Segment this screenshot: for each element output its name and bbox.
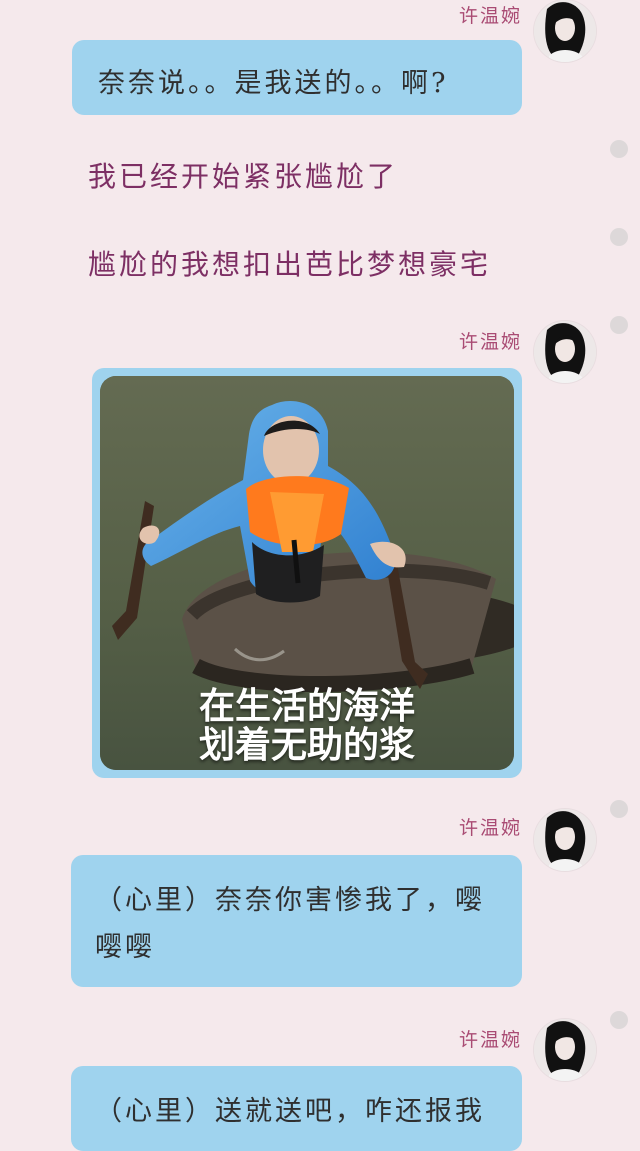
- image-message-bubble[interactable]: 在生活的海洋 划着无助的浆: [92, 368, 522, 778]
- decoration-dot: [610, 800, 628, 818]
- user-avatar[interactable]: [534, 809, 596, 871]
- message-bubble[interactable]: （心里）奈奈你害惨我了，嘤嘤嘤: [71, 855, 522, 987]
- decoration-dot: [610, 1011, 628, 1029]
- message-text: （心里）送就送吧，咋还报我: [95, 1096, 485, 1127]
- sender-name: 许温婉: [458, 817, 522, 839]
- message-bubble[interactable]: （心里）送就送吧，咋还报我: [71, 1066, 522, 1151]
- sender-name: 许温婉: [458, 1029, 522, 1051]
- decoration-dot: [610, 140, 628, 158]
- decoration-dot: [610, 228, 628, 246]
- message-bubble[interactable]: 奈奈说。。是我送的。。啊?: [72, 40, 522, 115]
- chat-screen: 许温婉 奈奈说。。是我送的。。啊? 我已经开始紧张尴尬了 尴尬的我想扣出芭比梦想…: [0, 0, 640, 1151]
- message-text: 奈奈说。。是我送的。。啊?: [98, 68, 449, 99]
- decoration-dot: [610, 316, 628, 334]
- sender-name: 许温婉: [458, 331, 522, 353]
- sender-name: 许温婉: [458, 5, 522, 27]
- meme-caption-line: 划着无助的浆: [198, 724, 415, 766]
- narration-text: 我已经开始紧张尴尬了: [88, 160, 399, 193]
- user-avatar[interactable]: [534, 1019, 596, 1081]
- narration-text: 尴尬的我想扣出芭比梦想豪宅: [88, 248, 492, 281]
- message-text: （心里）奈奈你害惨我了，嘤嘤嘤: [95, 885, 485, 964]
- user-avatar[interactable]: [534, 321, 596, 383]
- meme-image[interactable]: 在生活的海洋 划着无助的浆: [100, 376, 514, 770]
- meme-caption-line: 在生活的海洋: [198, 685, 415, 727]
- user-avatar[interactable]: [534, 0, 596, 62]
